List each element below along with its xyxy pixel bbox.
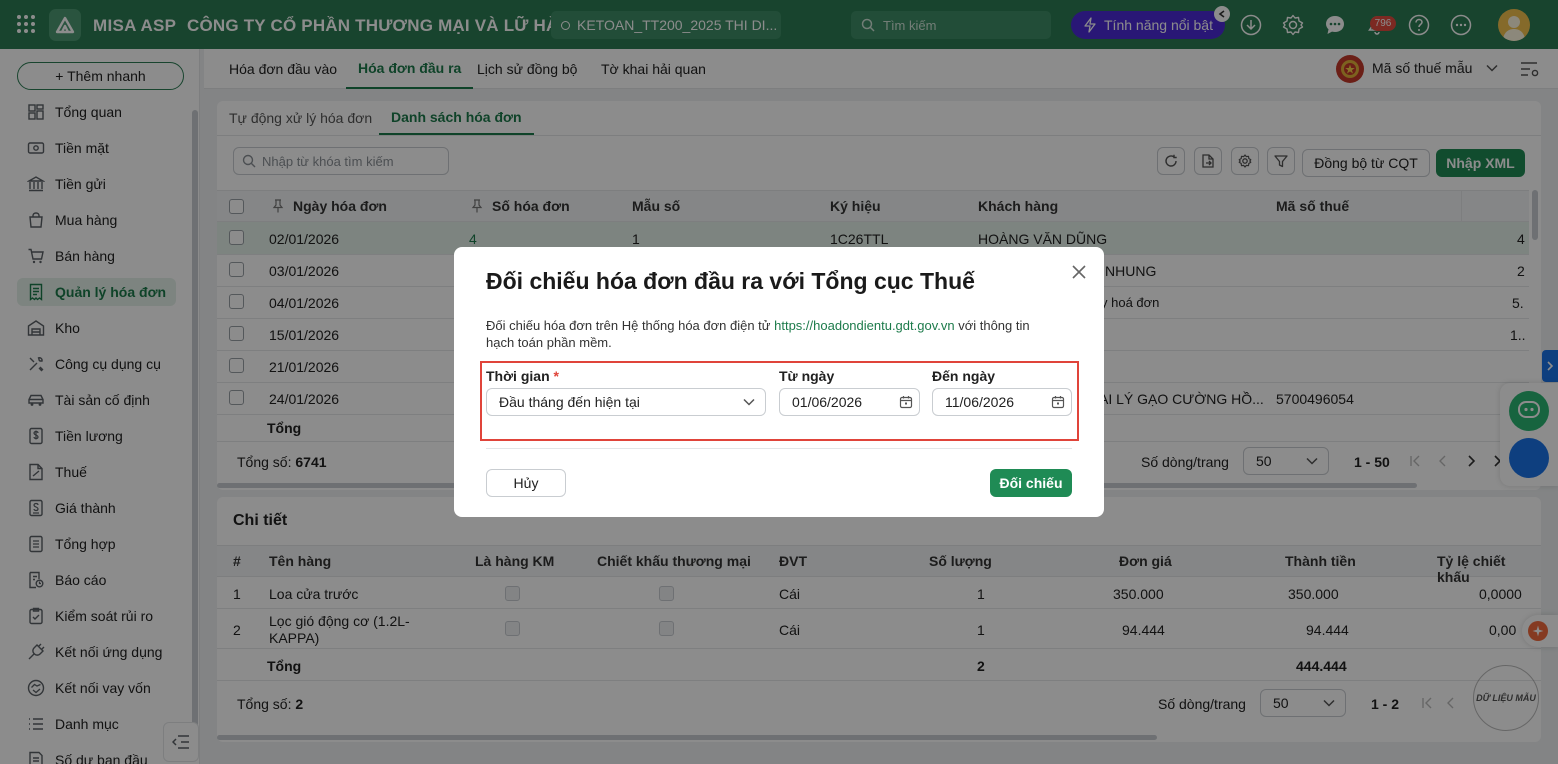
dialog-title: Đối chiếu hóa đơn đầu ra với Tổng cục Th…	[486, 268, 975, 294]
reconcile-dialog: Đối chiếu hóa đơn đầu ra với Tổng cục Th…	[454, 247, 1104, 517]
from-date-value: 01/06/2026	[792, 394, 863, 410]
period-label: Thời gian *	[486, 368, 559, 384]
calendar-icon[interactable]	[899, 395, 913, 409]
calendar-icon[interactable]	[1051, 395, 1065, 409]
from-date-label: Từ ngày	[779, 368, 835, 384]
period-label-text: Thời gian	[486, 368, 550, 384]
description-suffix: với thông tin	[958, 318, 1030, 333]
required-asterisk: *	[553, 368, 559, 384]
cancel-button[interactable]: Hủy	[486, 469, 566, 497]
dialog-description: Đối chiếu hóa đơn trên Hệ thống hóa đơn …	[486, 317, 1086, 351]
dialog-divider	[486, 448, 1072, 449]
close-icon[interactable]	[1070, 263, 1088, 281]
to-date-value: 11/06/2026	[945, 394, 1015, 410]
reconcile-button[interactable]: Đối chiếu	[990, 469, 1072, 497]
from-date-input[interactable]: 01/06/2026	[779, 388, 920, 416]
to-date-label: Đến ngày	[932, 368, 996, 384]
gdt-portal-link[interactable]: https://hoadondientu.gdt.gov.vn	[774, 318, 954, 333]
to-date-input[interactable]: 11/06/2026	[932, 388, 1072, 416]
period-select[interactable]: Đầu tháng đến hiện tại	[486, 388, 766, 416]
description-prefix: Đối chiếu hóa đơn trên Hệ thống hóa đơn …	[486, 318, 771, 333]
description-line2: hạch toán phần mềm.	[486, 335, 612, 350]
chevron-down-icon	[743, 398, 755, 406]
period-select-value: Đầu tháng đến hiện tại	[499, 394, 640, 410]
